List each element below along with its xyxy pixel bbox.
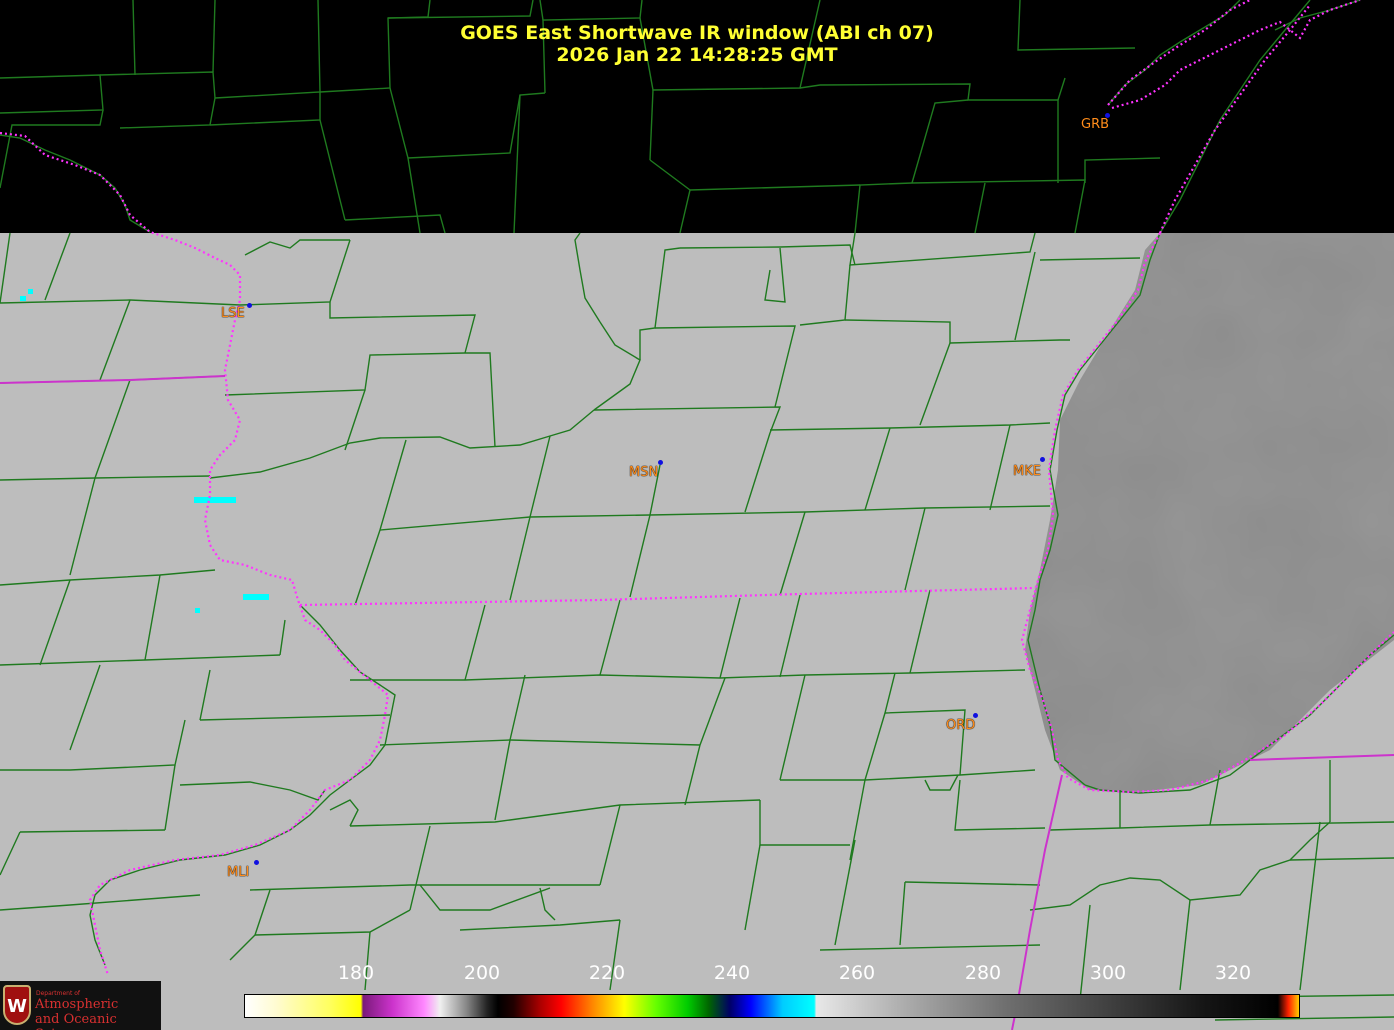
- station-dot-mli: [254, 860, 259, 865]
- station-label-msn: MSN: [629, 465, 659, 480]
- logo-line-1: Atmospheric: [35, 997, 119, 1012]
- logo-dept-text: Department of: [36, 990, 80, 997]
- station-dot-mke: [1040, 457, 1045, 462]
- cloud-texture: [0, 233, 1394, 1030]
- colorbar-tick-label: 260: [838, 962, 876, 984]
- colorbar-tick-label: 200: [463, 962, 501, 984]
- image-title: GOES East Shortwave IR window (ABI ch 07…: [460, 22, 934, 44]
- temperature-colorbar: [244, 994, 1300, 1018]
- colorbar-tick-label: 240: [713, 962, 751, 984]
- colorbar-tick-label: 220: [588, 962, 626, 984]
- station-label-grb: GRB: [1081, 117, 1110, 132]
- station-label-mli: MLI: [227, 865, 250, 880]
- uw-aos-logo: W Department of Atmospheric and Oceanic …: [0, 981, 161, 1030]
- image-timestamp: 2026 Jan 22 14:28:25 GMT: [556, 44, 838, 66]
- station-label-mke: MKE: [1013, 464, 1041, 479]
- logo-line-2: and Oceanic Sciences: [35, 1012, 117, 1030]
- satellite-image-viewer: GOES East Shortwave IR window (ABI ch 07…: [0, 0, 1394, 1030]
- station-label-ord: ORD: [946, 718, 976, 733]
- station-dot-lse: [247, 303, 252, 308]
- satellite-map: [0, 0, 1394, 1030]
- colorbar-tick-label: 180: [337, 962, 375, 984]
- station-label-lse: LSE: [221, 306, 245, 321]
- colorbar-tick-label: 300: [1089, 962, 1127, 984]
- uw-crest-icon: W: [3, 985, 31, 1025]
- colorbar-tick-label: 320: [1214, 962, 1252, 984]
- station-dot-msn: [658, 460, 663, 465]
- colorbar-tick-label: 280: [964, 962, 1002, 984]
